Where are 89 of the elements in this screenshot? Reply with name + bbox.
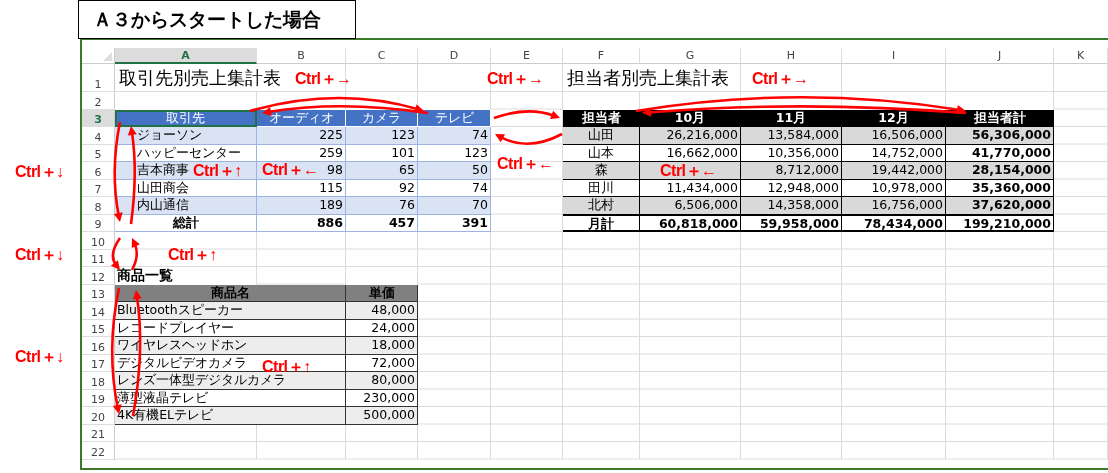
table-cell: 60,818,000 [640,214,741,232]
column-heading: カメラ [346,109,418,127]
column-header[interactable]: B [257,48,346,64]
table-cell: 123 [346,127,418,145]
sheet-title: 担当者別売上集計表 [567,67,729,88]
shortcut-label: Ctrl＋→ [752,70,809,88]
table-cell: 78,434,000 [842,214,946,232]
column-header[interactable]: F [563,48,640,64]
column-header[interactable]: A [115,48,257,64]
table-cell: 8,712,000 [741,162,842,180]
table-cell: 76 [346,197,418,215]
shortcut-label: Ctrl＋→ [487,70,544,88]
row-header[interactable]: 4 [82,127,115,145]
table-cell: 70 [418,197,491,215]
shortcut-label: Ctrl＋← [660,162,717,180]
table-cell: 月計 [563,214,640,232]
table-cell: 4K有機ELテレビ [115,407,346,425]
row-header[interactable]: 10 [82,232,115,250]
row-header[interactable]: 14 [82,302,115,320]
column-header[interactable]: D [418,48,491,64]
row-header[interactable]: 22 [82,442,115,460]
shortcut-label: Ctrl＋↓ [15,348,64,366]
curved-arrow [495,132,563,146]
table-cell: 内山通信 [115,197,257,215]
table-cell: 16,756,000 [842,197,946,215]
column-heading: テレビ [418,109,491,127]
column-header[interactable]: E [491,48,563,64]
table-cell: 19,442,000 [842,162,946,180]
shortcut-label: Ctrl＋← [497,155,554,173]
table-cell: 山田 [563,127,640,145]
table-cell: 199,210,000 [946,214,1054,232]
table-cell: 37,620,000 [946,197,1054,215]
table-cell: 14,358,000 [741,197,842,215]
shortcut-label: Ctrl＋↓ [15,246,64,264]
table-cell: 59,958,000 [741,214,842,232]
shortcut-label: Ctrl＋↑ [168,246,217,264]
column-heading: 商品名 [115,284,346,302]
table-cell: 50 [418,162,491,180]
column-heading: 担当者計 [946,109,1054,127]
row-header[interactable]: 8 [82,197,115,215]
table-cell: 北村 [563,197,640,215]
column-heading: オーディオ [257,109,346,127]
table-cell: 森 [563,162,640,180]
column-header[interactable]: J [946,48,1054,64]
table-cell: 189 [257,197,346,215]
shortcut-label: Ctrl＋→ [295,70,352,88]
table-cell: 16,506,000 [842,127,946,145]
row-header[interactable]: 2 [82,92,115,110]
table-cell: 26,216,000 [640,127,741,145]
table-cell: 56,306,000 [946,127,1054,145]
table-cell: 457 [346,214,418,232]
table-cell: 28,154,000 [946,162,1054,180]
shortcut-label: Ctrl＋↑ [193,162,242,180]
column-heading: 11月 [741,109,842,127]
table-cell: 886 [257,214,346,232]
row-header[interactable]: 16 [82,337,115,355]
table-cell: 80,000 [346,372,418,390]
shortcut-label: Ctrl＋↑ [262,358,311,375]
sheet-title: 取引先別売上集計表 [119,67,281,88]
row-header[interactable]: 1 [82,64,115,92]
column-heading: 12月 [842,109,946,127]
curved-arrow [493,110,560,120]
table-cell: 74 [418,127,491,145]
column-header[interactable]: I [842,48,946,64]
column-heading: 単価 [346,284,418,302]
row-header[interactable]: 18 [82,372,115,390]
table-cell: 391 [418,214,491,232]
column-heading: 担当者 [563,109,640,127]
row-header[interactable]: 12 [82,267,115,285]
shortcut-label: Ctrl＋← [262,161,319,179]
table-cell: ジョーソン [115,127,257,145]
column-heading: 取引先 [115,109,257,127]
shortcut-label: Ctrl＋↓ [15,163,64,181]
table-cell: 225 [257,127,346,145]
table-cell: 13,584,000 [741,127,842,145]
row-header[interactable]: 20 [82,407,115,425]
table-cell: 48,000 [346,302,418,320]
callout-title: Ａ３からスタートした場合 [78,0,356,39]
column-header[interactable]: C [346,48,418,64]
column-header[interactable]: H [741,48,842,64]
table-cell: 500,000 [346,407,418,425]
curved-arrow [110,237,122,270]
table-cell: 65 [346,162,418,180]
column-header[interactable]: G [640,48,741,64]
table-cell: 18,000 [346,337,418,355]
table-cell: 6,506,000 [640,197,741,215]
sheet-title: 商品一覧 [117,267,173,283]
select-all-button[interactable] [82,48,115,64]
column-header[interactable]: K [1054,48,1108,64]
